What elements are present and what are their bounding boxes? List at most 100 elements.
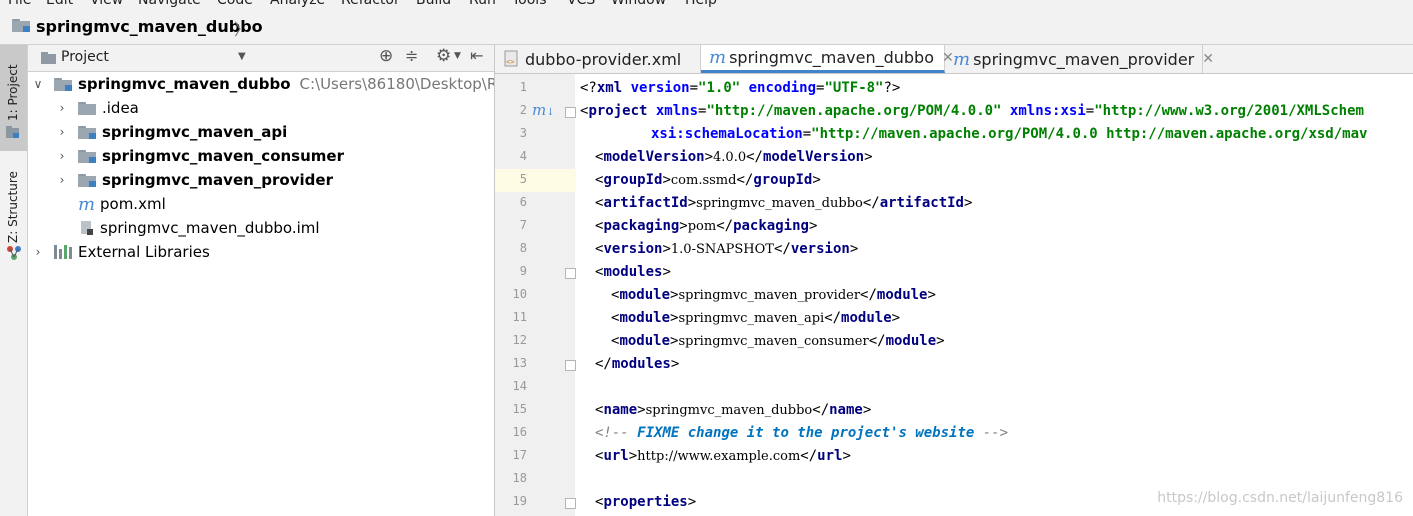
token: modules xyxy=(603,264,663,280)
maven-gutter-icon[interactable]: m↓ xyxy=(532,101,555,119)
token: artifactId xyxy=(879,195,964,211)
collapse-all-icon[interactable]: ≑ xyxy=(405,46,418,65)
menu-file[interactable]: File xyxy=(8,0,31,8)
editor-tab-bar: <> dubbo-provider.xml m springmvc_maven_… xyxy=(495,45,1413,74)
code-line-6: <artifactId>springmvc_maven_dubbo</artif… xyxy=(595,195,973,211)
token: module xyxy=(876,287,928,303)
menu-refactor[interactable]: Refactor xyxy=(341,0,400,8)
token: module xyxy=(619,310,671,326)
token: com.ssmd xyxy=(670,173,737,188)
tab-springmvc-maven-dubbo[interactable]: m springmvc_maven_dubbo ✕ xyxy=(701,45,954,73)
line-number: 3 xyxy=(519,126,527,140)
menu-view[interactable]: View xyxy=(90,0,123,8)
menu-run[interactable]: Run xyxy=(469,0,496,8)
project-view-label[interactable]: Project xyxy=(61,49,109,65)
token: "http://maven.apache.org/POM/4.0.0" xyxy=(706,103,1010,119)
token: version xyxy=(603,241,663,257)
token: properties xyxy=(603,494,688,510)
line-number: 13 xyxy=(512,356,527,370)
menu-navigate[interactable]: Navigate xyxy=(138,0,201,8)
token: url xyxy=(603,448,629,464)
token: springmvc_maven_dubbo xyxy=(645,403,813,418)
token: pom xyxy=(687,219,717,234)
token: name xyxy=(603,402,638,418)
menu-bar: File Edit View Navigate Code Analyze Ref… xyxy=(0,0,1413,10)
token: version xyxy=(630,80,690,96)
line-number: 5 xyxy=(519,172,527,186)
project-panel-header: Project ▼ ⊕ ≑ ⚙ ▼ ⇤ xyxy=(28,45,494,72)
fold-marker-icon[interactable] xyxy=(565,268,576,279)
line-number: 11 xyxy=(512,310,527,324)
project-view-icon xyxy=(41,52,56,64)
token: springmvc_maven_dubbo xyxy=(696,196,863,211)
line-number: 16 xyxy=(512,425,527,439)
menu-tools[interactable]: Tools xyxy=(512,0,547,8)
code-line-9: <modules> xyxy=(595,264,671,280)
menu-window[interactable]: Window xyxy=(611,0,666,8)
token: http://www.example.com xyxy=(637,449,801,464)
menu-build[interactable]: Build xyxy=(416,0,451,8)
line-number: 8 xyxy=(519,241,527,255)
code-line-1: <?xml version="1.0" encoding="UTF-8"?> xyxy=(580,77,900,100)
view-dropdown-icon[interactable]: ▼ xyxy=(238,51,246,62)
fold-marker-icon[interactable] xyxy=(565,107,576,118)
line-number: 19 xyxy=(512,494,527,508)
token: modules xyxy=(611,356,671,372)
tab-springmvc-maven-provider[interactable]: m springmvc_maven_provider ✕ xyxy=(945,45,1214,73)
token: url xyxy=(817,448,843,464)
xml-file-icon: <> xyxy=(504,50,518,67)
token: springmvc_maven_api xyxy=(678,311,825,326)
token: 4.0.0 xyxy=(713,150,747,165)
fold-marker-icon[interactable] xyxy=(565,360,576,371)
code-line-5: <groupId>com.ssmd</groupId> xyxy=(595,172,821,188)
token: <? xyxy=(580,80,597,96)
line-number: 4 xyxy=(519,149,527,163)
breadcrumb-project[interactable]: springmvc_maven_dubbo xyxy=(36,17,263,36)
code-line-2: <project xmlns="http://maven.apache.org/… xyxy=(580,100,1364,123)
token: project xyxy=(588,103,656,119)
token: <!-- xyxy=(595,425,638,441)
code-line-11: <module>springmvc_maven_api</module> xyxy=(611,310,901,326)
watermark: https://blog.csdn.net/laijunfeng816 xyxy=(1157,490,1403,506)
gear-icon[interactable]: ⚙ xyxy=(436,46,451,66)
line-number: 18 xyxy=(512,471,527,485)
line-number: 15 xyxy=(512,402,527,416)
token: "1.0" xyxy=(698,80,749,96)
fold-marker-icon[interactable] xyxy=(565,498,576,509)
menu-vcs[interactable]: VCS xyxy=(567,0,595,8)
tab-label: dubbo-provider.xml xyxy=(525,49,682,69)
tab-dubbo-provider-xml[interactable]: <> dubbo-provider.xml xyxy=(495,45,701,73)
token: xmlns xyxy=(655,103,699,119)
token: modelVersion xyxy=(762,149,865,165)
menu-code[interactable]: Code xyxy=(217,0,253,8)
code-line-16: <!-- FIXME change it to the project's we… xyxy=(595,422,1008,445)
menu-analyze[interactable]: Analyze xyxy=(270,0,325,8)
settings-dropdown-icon[interactable]: ▼ xyxy=(454,51,461,61)
close-icon[interactable]: ✕ xyxy=(1202,51,1214,67)
line-number: 14 xyxy=(512,379,527,393)
menu-help[interactable]: Help xyxy=(685,0,717,8)
token: groupId xyxy=(753,172,813,188)
token: "UTF-8" xyxy=(824,80,884,96)
maven-file-icon: m xyxy=(709,47,727,68)
token: "http://www.w3.org/2001/XMLSchem xyxy=(1094,103,1364,119)
code-line-4: <modelVersion>4.0.0</modelVersion> xyxy=(595,149,873,165)
token: module xyxy=(619,287,671,303)
code-line-8: <version>1.0-SNAPSHOT</version> xyxy=(595,241,859,257)
line-number: 2 xyxy=(519,103,527,117)
token: xmlns:xsi xyxy=(1009,103,1086,119)
token: module xyxy=(841,310,892,326)
menu-edit[interactable]: Edit xyxy=(46,0,73,8)
locate-icon[interactable]: ⊕ xyxy=(379,46,393,66)
code-editor[interactable]: <?xml version="1.0" encoding="UTF-8"?> <… xyxy=(576,74,1413,516)
tab-label: springmvc_maven_dubbo xyxy=(729,48,934,67)
hide-panel-icon[interactable]: ⇤ xyxy=(470,46,483,65)
line-number: 7 xyxy=(519,218,527,232)
token: name xyxy=(829,402,863,418)
token: springmvc_maven_consumer xyxy=(678,334,869,349)
token: xsi:schemaLocation xyxy=(651,126,803,142)
code-line-3: xsi:schemaLocation="http://maven.apache.… xyxy=(651,123,1367,146)
line-number: 10 xyxy=(512,287,527,301)
line-number: 12 xyxy=(512,333,527,347)
code-line-15: <name>springmvc_maven_dubbo</name> xyxy=(595,402,872,418)
